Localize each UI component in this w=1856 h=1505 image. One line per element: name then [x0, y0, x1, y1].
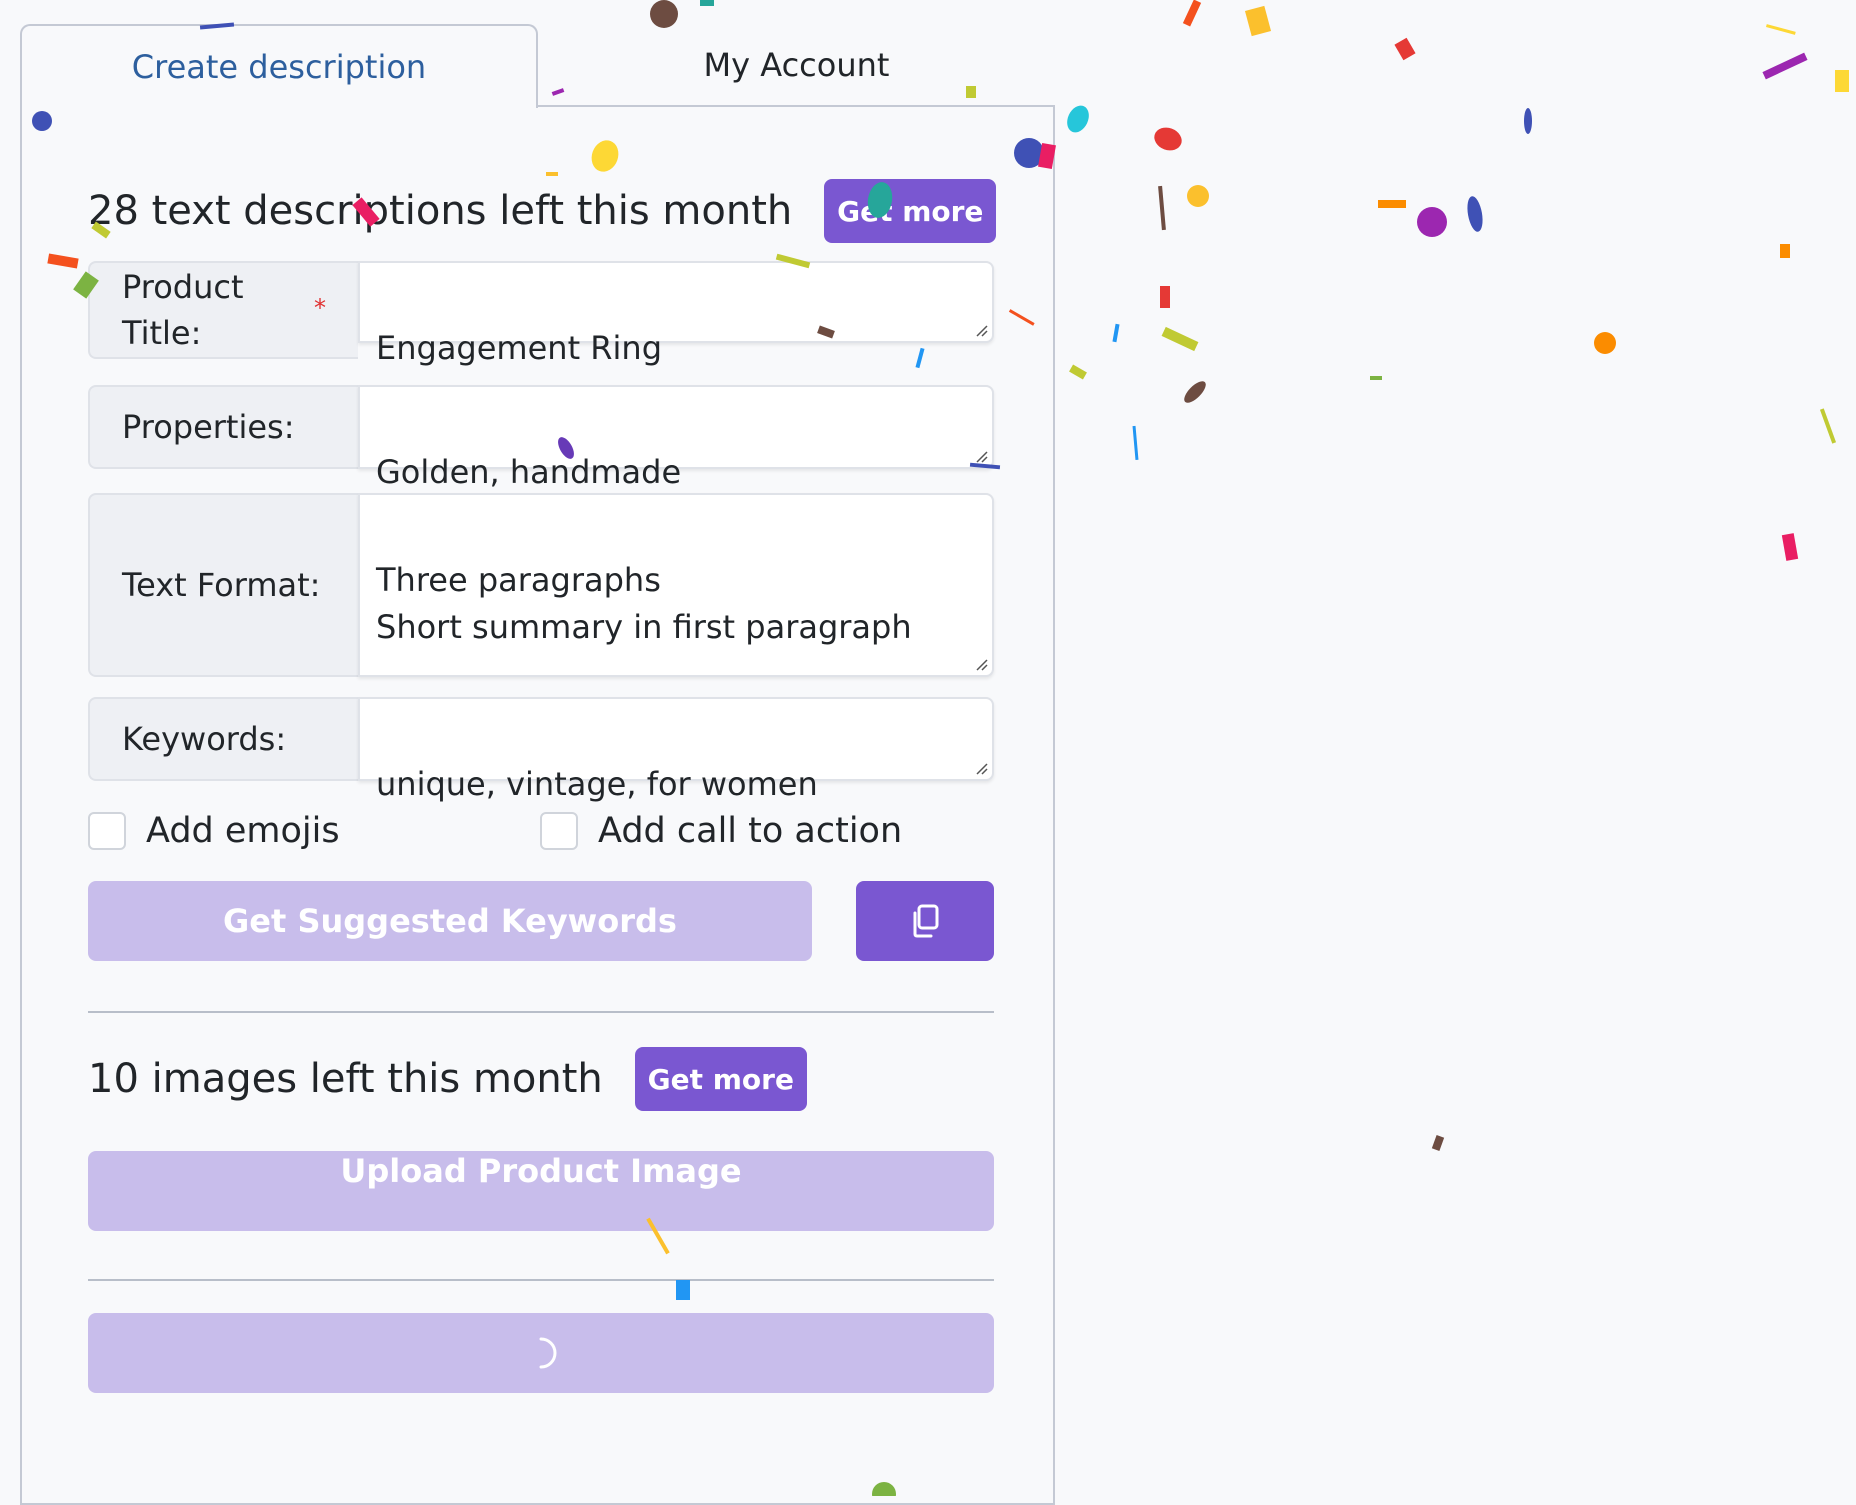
properties-input[interactable]: Golden, handmade	[358, 385, 994, 491]
add-cta-label: Add call to action	[598, 811, 903, 851]
add-cta-option[interactable]: Add call to action	[540, 811, 902, 851]
tab-create-description[interactable]: Create description	[20, 24, 538, 108]
get-more-images-button[interactable]: Get more	[634, 1047, 807, 1111]
copy-icon	[913, 904, 939, 938]
get-more-text-button[interactable]: Get more	[824, 179, 997, 243]
text-format-label-text: Text Format:	[122, 565, 321, 604]
text-format-input[interactable]: Three paragraphs Short summary in first …	[358, 493, 994, 677]
keywords-label-text: Keywords:	[122, 719, 287, 758]
tab-create-description-label: Create description	[131, 48, 427, 86]
text-quota-row: 28 text descriptions left this month Get…	[88, 179, 997, 243]
image-quota-row: 10 images left this month Get more	[88, 1047, 807, 1111]
get-more-images-label: Get more	[647, 1062, 794, 1096]
product-title-value: Engagement Ring	[376, 329, 662, 368]
resize-handle-icon[interactable]	[974, 323, 988, 337]
add-emojis-option[interactable]: Add emojis	[88, 811, 340, 851]
get-more-text-label: Get more	[837, 194, 984, 228]
image-quota-heading: 10 images left this month	[88, 1056, 603, 1102]
properties-label: Properties:	[88, 385, 358, 469]
product-title-input[interactable]: Engagement Ring	[358, 261, 994, 367]
tab-bar: Create description My Account	[20, 24, 1055, 108]
keywords-label: Keywords:	[88, 697, 358, 781]
keywords-value: unique, vintage, for women	[376, 765, 818, 804]
copy-button[interactable]	[856, 881, 994, 961]
resize-handle-icon[interactable]	[974, 449, 988, 463]
add-cta-checkbox[interactable]	[540, 812, 578, 850]
create-description-panel: 28 text descriptions left this month Get…	[20, 105, 1055, 1505]
section-divider	[88, 1011, 994, 1013]
product-title-field: Product Title: * Engagement Ring	[88, 261, 994, 367]
keywords-field: Keywords: unique, vintage, for women	[88, 697, 994, 803]
product-title-label: Product Title: *	[88, 261, 358, 359]
tab-my-account[interactable]: My Account	[538, 24, 1055, 106]
get-suggested-keywords-label: Get Suggested Keywords	[223, 902, 677, 940]
properties-label-text: Properties:	[122, 407, 295, 446]
text-format-field: Text Format: Three paragraphs Short summ…	[88, 493, 994, 677]
keywords-input[interactable]: unique, vintage, for women	[358, 697, 994, 803]
text-format-value: Three paragraphs Short summary in first …	[376, 561, 912, 646]
properties-value: Golden, handmade	[376, 453, 682, 492]
generate-button[interactable]	[88, 1313, 994, 1393]
tab-my-account-label: My Account	[703, 46, 890, 84]
properties-field: Properties: Golden, handmade	[88, 385, 994, 491]
add-emojis-label: Add emojis	[146, 811, 340, 851]
add-emojis-checkbox[interactable]	[88, 812, 126, 850]
get-suggested-keywords-button[interactable]: Get Suggested Keywords	[88, 881, 812, 961]
resize-handle-icon[interactable]	[974, 761, 988, 775]
section-divider	[88, 1279, 994, 1281]
product-title-label-text: Product Title:	[122, 267, 244, 352]
required-indicator: *	[314, 294, 326, 322]
text-quota-heading: 28 text descriptions left this month	[88, 188, 793, 234]
upload-product-image-button[interactable]: Upload Product Image	[88, 1151, 994, 1231]
upload-product-image-label: Upload Product Image	[340, 1152, 742, 1190]
resize-handle-icon[interactable]	[974, 657, 988, 671]
text-format-label: Text Format:	[88, 493, 358, 677]
spinner-icon	[539, 1337, 557, 1369]
